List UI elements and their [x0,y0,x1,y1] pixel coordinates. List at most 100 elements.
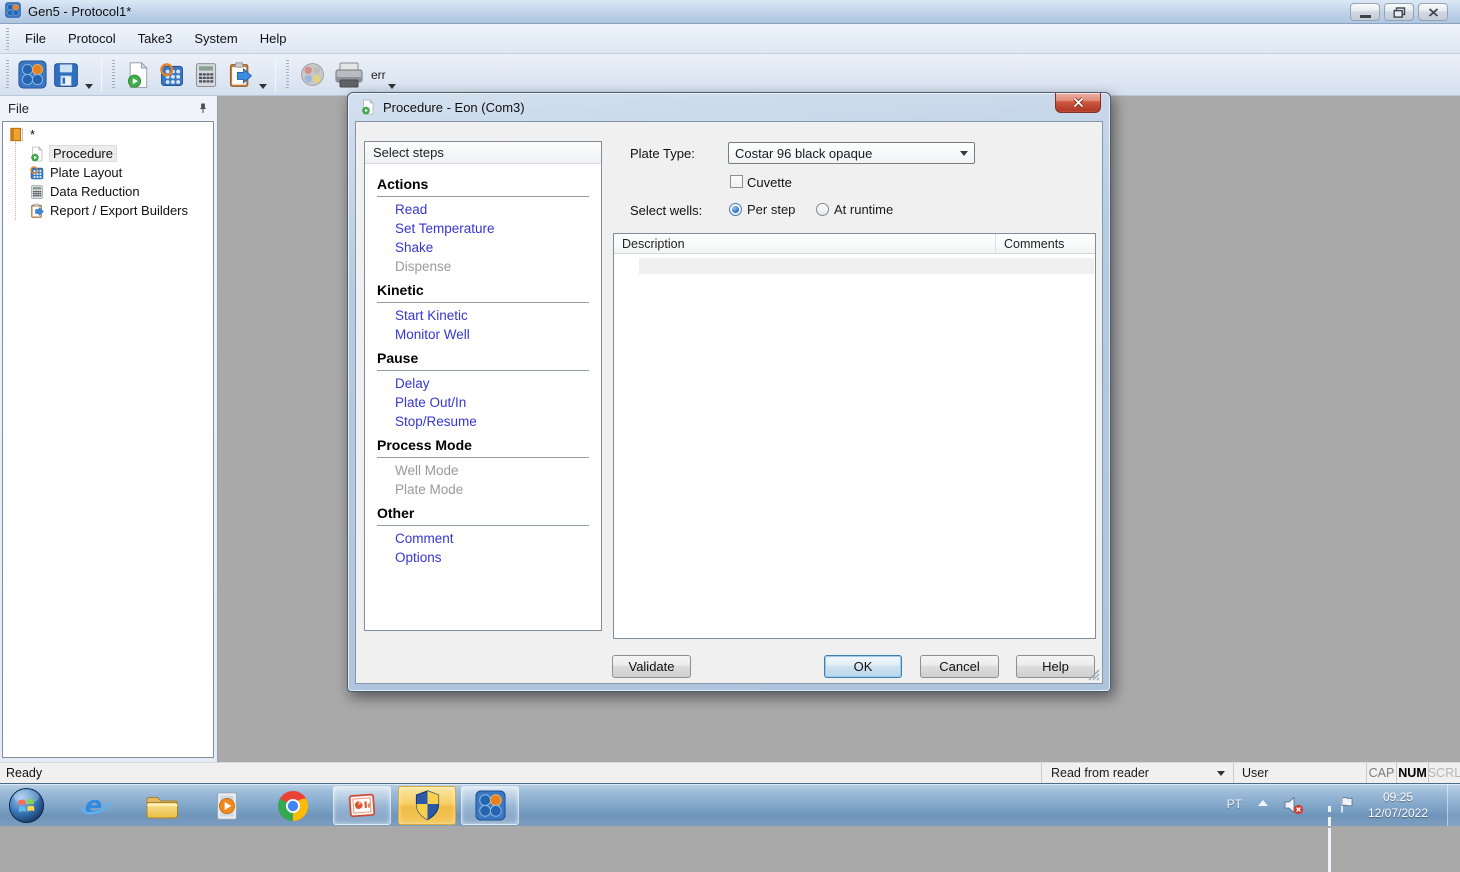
start-button[interactable] [7,786,46,828]
chevron-down-icon [1217,771,1225,776]
section-process-mode: Process Mode [377,437,472,453]
resize-grip[interactable] [1087,668,1100,681]
sidebar-item-label: Data Reduction [50,184,140,199]
step-start-kinetic[interactable]: Start Kinetic [377,306,589,325]
export-clipboard-icon [31,203,44,218]
views-dropdown-caret[interactable] [259,84,267,89]
toolbar-separator [275,57,276,92]
toolbar-separator [101,57,102,92]
menu-file[interactable]: File [14,28,57,50]
toolbar-grip [286,59,289,90]
step-options[interactable]: Options [377,548,589,567]
dialog-body: Select steps Actions Read Set Temperatur… [355,121,1103,684]
calculator-icon [31,184,43,199]
step-plate-out-in[interactable]: Plate Out/In [377,393,589,412]
cancel-button[interactable]: Cancel [920,655,999,678]
save-button[interactable] [49,58,83,92]
step-set-temperature[interactable]: Set Temperature [377,219,589,238]
sidebar-item-procedure[interactable]: Procedure [3,144,213,163]
save-dropdown-caret[interactable] [85,84,93,89]
cuvette-label: Cuvette [747,175,792,190]
restore-button[interactable] [1384,3,1414,21]
file-panel-title: File [8,100,29,116]
window-titlebar: Gen5 - Protocol1* [0,0,1460,24]
gen5-plate-icon [17,60,47,89]
plate-type-value: Costar 96 black opaque [735,145,873,161]
radio-per-step[interactable]: Per step [729,202,795,217]
tray-time: 09:25 [1382,790,1414,804]
close-icon [1072,97,1084,108]
steps-list: Actions Read Set Temperature Shake Dispe… [365,164,601,567]
report-export-button[interactable] [223,58,257,92]
section-rule [377,525,589,526]
language-indicator[interactable]: PT [1227,797,1242,811]
minimize-button[interactable] [1350,3,1380,21]
dialog-title: Procedure - Eon (Com3) [383,99,525,115]
reader-select[interactable]: Read from reader [1041,763,1233,783]
step-comment[interactable]: Comment [377,529,589,548]
procedure-button[interactable] [121,58,155,92]
toolbar-grip [6,59,9,90]
new-protocol-button[interactable] [15,58,49,92]
uac-shield-taskbar-button[interactable] [398,786,456,825]
help-button[interactable]: Help [1016,655,1095,678]
menu-take3[interactable]: Take3 [127,28,184,50]
volume-muted-icon[interactable] [1283,795,1304,818]
step-dispense: Dispense [395,259,452,274]
procedure-doc-icon [127,61,148,88]
toolbar-grip [112,59,115,90]
validate-button[interactable]: Validate [612,655,691,678]
file-tree: * Procedure Plate Layout Data Reduction … [2,121,214,758]
chevron-up-icon[interactable] [1258,800,1268,806]
pin-icon[interactable] [197,101,209,115]
save-icon [54,62,78,87]
plate-layout-button[interactable] [155,58,189,92]
media-player-button[interactable] [211,790,243,825]
windows-start-icon [8,787,45,824]
steps-table: Description Comments [613,233,1096,639]
cuvette-checkbox[interactable] [730,175,743,188]
sidebar-item-data-reduction[interactable]: Data Reduction [3,182,213,201]
reader-plate-button[interactable] [295,58,329,92]
close-icon [1428,7,1438,17]
print-dropdown-caret[interactable] [387,84,396,89]
dialog-titlebar: Procedure - Eon (Com3) [348,93,1110,121]
select-wells-label: Select wells: [630,203,703,218]
tree-root[interactable]: * [3,125,213,144]
protocol-book-icon [10,127,24,142]
radio-button-icon [816,203,829,216]
step-stop-resume[interactable]: Stop/Resume [377,412,589,431]
sidebar-item-report-export[interactable]: Report / Export Builders [3,201,213,220]
chrome-button[interactable] [277,790,309,825]
sidebar-item-label: Plate Layout [50,165,123,180]
powerpoint-icon [348,793,376,817]
step-delay[interactable]: Delay [377,374,589,393]
tray-clock[interactable]: 09:25 12/07/2022 [1354,789,1442,821]
menu-help[interactable]: Help [249,28,298,50]
radio-at-runtime[interactable]: At runtime [816,202,893,217]
select-steps-panel: Select steps Actions Read Set Temperatur… [364,141,602,631]
step-read[interactable]: Read [377,200,589,219]
file-explorer-button[interactable] [144,791,180,824]
powerpoint-taskbar-button[interactable] [333,786,391,825]
reader-select-value: Read from reader [1051,766,1149,780]
section-other: Other [377,505,415,521]
section-rule [377,457,589,458]
internet-explorer-button[interactable]: e [78,789,112,825]
sidebar-item-plate-layout[interactable]: Plate Layout [3,163,213,182]
data-reduction-button[interactable] [189,58,223,92]
menu-protocol[interactable]: Protocol [57,28,127,50]
radio-button-icon [729,203,742,216]
network-signal-icon[interactable] [1328,798,1332,872]
step-monitor-well[interactable]: Monitor Well [377,325,589,344]
menu-system[interactable]: System [183,28,248,50]
close-button[interactable] [1418,3,1448,21]
gen5-taskbar-button[interactable] [461,786,519,825]
show-desktop-button[interactable] [1447,784,1460,826]
ok-button[interactable]: OK [824,655,902,678]
plate-type-select[interactable]: Costar 96 black opaque [728,142,975,164]
step-shake[interactable]: Shake [377,238,589,257]
dialog-close-button[interactable] [1055,93,1101,113]
print-button[interactable] [329,58,369,92]
file-panel: File * Procedure Plate Layout Data Reduc… [0,96,218,762]
